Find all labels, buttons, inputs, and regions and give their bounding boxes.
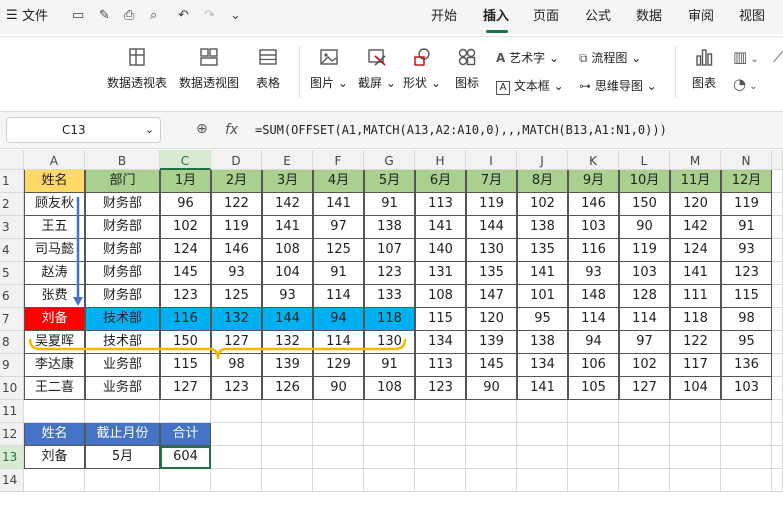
annotation-overlay bbox=[28, 197, 407, 360]
brace-annotation bbox=[28, 338, 407, 360]
down-arrow-annotation bbox=[73, 197, 83, 306]
